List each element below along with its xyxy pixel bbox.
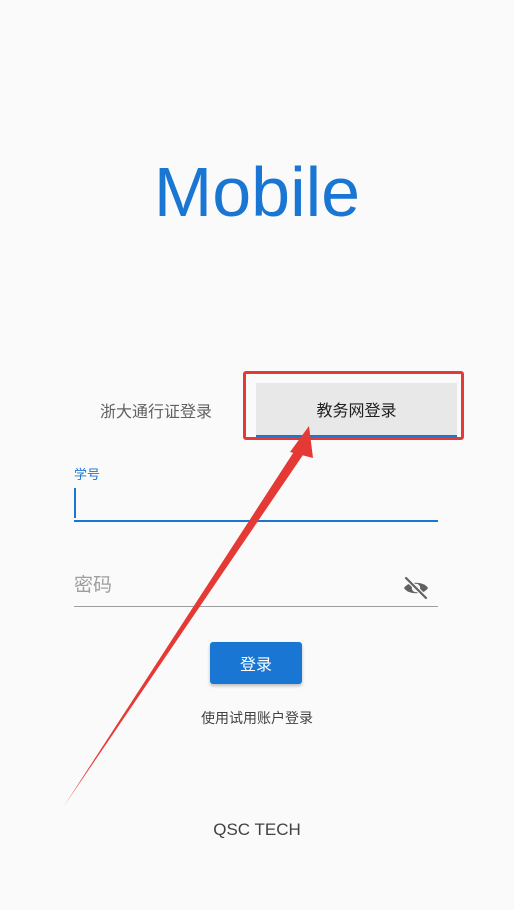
login-button[interactable]: 登录 bbox=[210, 642, 302, 684]
student-id-input[interactable] bbox=[74, 488, 438, 518]
login-screen: Mobile 浙大通行证登录 教务网登录 学号 登录 使用试用账户登录 QSC … bbox=[0, 0, 514, 910]
student-id-label: 学号 bbox=[74, 468, 101, 483]
password-input[interactable] bbox=[74, 570, 438, 600]
footer-text: QSC TECH bbox=[213, 820, 301, 839]
tab-academic-system-login[interactable]: 教务网登录 bbox=[256, 383, 457, 437]
trial-account-login-link[interactable]: 使用试用账户登录 bbox=[0, 708, 514, 728]
annotation-arrow bbox=[64, 426, 313, 806]
tab-label: 教务网登录 bbox=[316, 401, 397, 420]
password-field[interactable] bbox=[74, 560, 438, 607]
eye-off-icon[interactable] bbox=[402, 576, 430, 600]
tab-zju-passport-login[interactable]: 浙大通行证登录 bbox=[72, 383, 240, 437]
app-title: Mobile bbox=[153, 153, 361, 231]
tab-label: 浙大通行证登录 bbox=[99, 402, 212, 421]
student-id-field[interactable]: 学号 bbox=[74, 462, 438, 522]
